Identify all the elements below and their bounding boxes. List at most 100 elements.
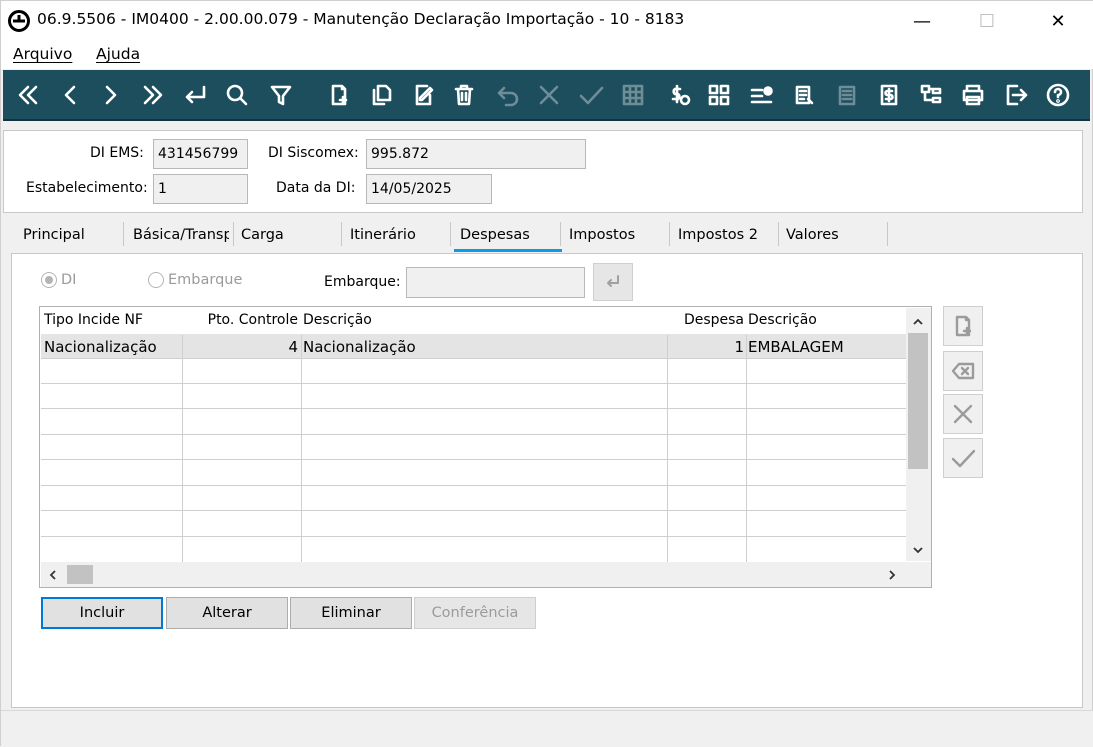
tab-carga[interactable]: Carga bbox=[241, 227, 337, 249]
copy-button[interactable] bbox=[365, 79, 397, 111]
column-header-pto-controle[interactable]: Pto. Controle bbox=[186, 312, 298, 328]
row-divider bbox=[41, 408, 907, 409]
scroll-down-icon bbox=[913, 547, 923, 554]
conferencia-button[interactable]: Conferência bbox=[414, 597, 536, 629]
undo-button[interactable] bbox=[492, 79, 524, 111]
last-record-button[interactable] bbox=[137, 79, 169, 111]
radio-embarque[interactable]: Embarque bbox=[148, 272, 242, 288]
exit-button[interactable] bbox=[1000, 79, 1032, 111]
notes-icon bbox=[838, 85, 856, 106]
tree-button[interactable] bbox=[915, 79, 947, 111]
column-divider bbox=[746, 335, 747, 562]
list-button[interactable] bbox=[746, 79, 778, 111]
tab-separator bbox=[123, 222, 124, 246]
header-panel: DI EMS: 431456799 DI Siscomex: 995.872 E… bbox=[3, 130, 1083, 213]
goto-button[interactable] bbox=[179, 79, 211, 111]
apps-button[interactable] bbox=[703, 79, 735, 111]
close-window-button[interactable]: ✕ bbox=[1035, 1, 1081, 41]
tab-separator bbox=[778, 222, 779, 246]
tab-separator bbox=[560, 222, 561, 246]
previous-record-button[interactable] bbox=[54, 79, 86, 111]
search-button[interactable] bbox=[221, 79, 253, 111]
menu-arquivo[interactable]: Arquivo bbox=[13, 45, 72, 63]
menu-bar: Arquivo Ajuda bbox=[1, 41, 1093, 69]
estabelecimento-field[interactable]: 1 bbox=[153, 174, 248, 204]
grid-clear-button[interactable] bbox=[943, 351, 983, 391]
maximize-button[interactable]: ☐ bbox=[964, 1, 1010, 41]
filter-button[interactable] bbox=[265, 79, 297, 111]
horizontal-scroll-thumb[interactable] bbox=[67, 565, 93, 584]
embarque-goto-button[interactable] bbox=[593, 263, 633, 301]
confirm-icon bbox=[951, 449, 976, 468]
column-header-descricao[interactable]: Descrição bbox=[303, 312, 372, 328]
data-di-field[interactable]: 14/05/2025 bbox=[366, 174, 492, 204]
di-siscomex-label: DI Siscomex: bbox=[268, 145, 359, 161]
column-header-tipo-incide-nf[interactable]: Tipo Incide NF bbox=[44, 312, 143, 328]
tree-icon bbox=[920, 84, 942, 104]
row-divider bbox=[41, 459, 907, 460]
title-bar: 06.9.5506 - IM0400 - 2.00.00.079 - Manut… bbox=[1, 1, 1093, 41]
vertical-scrollbar[interactable] bbox=[906, 308, 931, 561]
goto-icon bbox=[185, 85, 206, 104]
tab-separator bbox=[887, 222, 888, 246]
first-icon bbox=[18, 85, 38, 105]
delete-button[interactable] bbox=[448, 79, 480, 111]
tab-impostos[interactable]: Impostos bbox=[569, 227, 665, 249]
eliminar-button[interactable]: Eliminar bbox=[290, 597, 412, 629]
column-header-despesa[interactable]: Despesa bbox=[672, 312, 744, 328]
apps-icon bbox=[708, 84, 730, 106]
cancel-icon bbox=[539, 85, 559, 105]
radio-selected-dot bbox=[45, 276, 53, 284]
grid-add-row-button[interactable] bbox=[943, 306, 983, 346]
minimize-button[interactable]: — bbox=[899, 1, 945, 41]
enter-icon bbox=[607, 275, 619, 287]
report-button[interactable] bbox=[788, 79, 820, 111]
di-ems-field[interactable]: 431456799 bbox=[153, 139, 248, 169]
menu-ajuda[interactable]: Ajuda bbox=[96, 45, 140, 63]
scroll-up-icon bbox=[913, 318, 923, 325]
price-search-button[interactable] bbox=[664, 79, 696, 111]
edit-icon bbox=[415, 84, 434, 106]
backspace-icon bbox=[951, 362, 975, 380]
money-doc-icon bbox=[880, 84, 898, 106]
tab-despesas[interactable]: Despesas bbox=[460, 227, 556, 249]
help-button[interactable] bbox=[1042, 79, 1074, 111]
next-icon bbox=[105, 85, 117, 105]
close-icon: ✕ bbox=[1050, 10, 1066, 32]
expenses-grid[interactable]: Tipo Incide NF Pto. Controle Descrição D… bbox=[39, 306, 932, 588]
horizontal-scrollbar[interactable] bbox=[41, 562, 931, 587]
notes-button[interactable] bbox=[831, 79, 863, 111]
grid-button[interactable] bbox=[617, 79, 649, 111]
embarque-field[interactable] bbox=[406, 267, 585, 298]
print-button[interactable] bbox=[957, 79, 989, 111]
help-icon bbox=[1046, 83, 1070, 107]
tab-itinerario[interactable]: Itinerário bbox=[350, 227, 446, 249]
confirm-button[interactable] bbox=[575, 79, 607, 111]
di-siscomex-field[interactable]: 995.872 bbox=[366, 139, 586, 169]
row-divider bbox=[41, 358, 907, 359]
column-header-descricao-despesa[interactable]: Descrição bbox=[748, 312, 817, 328]
next-record-button[interactable] bbox=[95, 79, 127, 111]
radio-di[interactable]: DI bbox=[41, 272, 76, 288]
grid-cancel-button[interactable] bbox=[943, 394, 983, 434]
cancel-button[interactable] bbox=[533, 79, 565, 111]
tab-separator bbox=[450, 222, 451, 246]
tab-impostos-2[interactable]: Impostos 2 bbox=[678, 227, 774, 249]
edit-button[interactable] bbox=[408, 79, 440, 111]
grid-confirm-button[interactable] bbox=[943, 438, 983, 478]
grid-icon bbox=[622, 84, 644, 106]
vertical-scroll-thumb[interactable] bbox=[908, 333, 928, 469]
tab-valores[interactable]: Valores bbox=[786, 227, 882, 249]
data-di-label: Data da DI: bbox=[276, 180, 356, 196]
incluir-button[interactable]: Incluir bbox=[41, 597, 163, 629]
alterar-button[interactable]: Alterar bbox=[166, 597, 288, 629]
last-icon bbox=[143, 85, 163, 105]
list-icon bbox=[750, 86, 773, 104]
tab-principal[interactable]: Principal bbox=[23, 227, 119, 249]
row-divider bbox=[41, 434, 907, 435]
print-icon bbox=[962, 84, 984, 106]
financial-doc-button[interactable] bbox=[873, 79, 905, 111]
tab-basica-transporte[interactable]: Básica/Transporte bbox=[133, 227, 229, 249]
new-button[interactable] bbox=[323, 79, 355, 111]
first-record-button[interactable] bbox=[12, 79, 44, 111]
